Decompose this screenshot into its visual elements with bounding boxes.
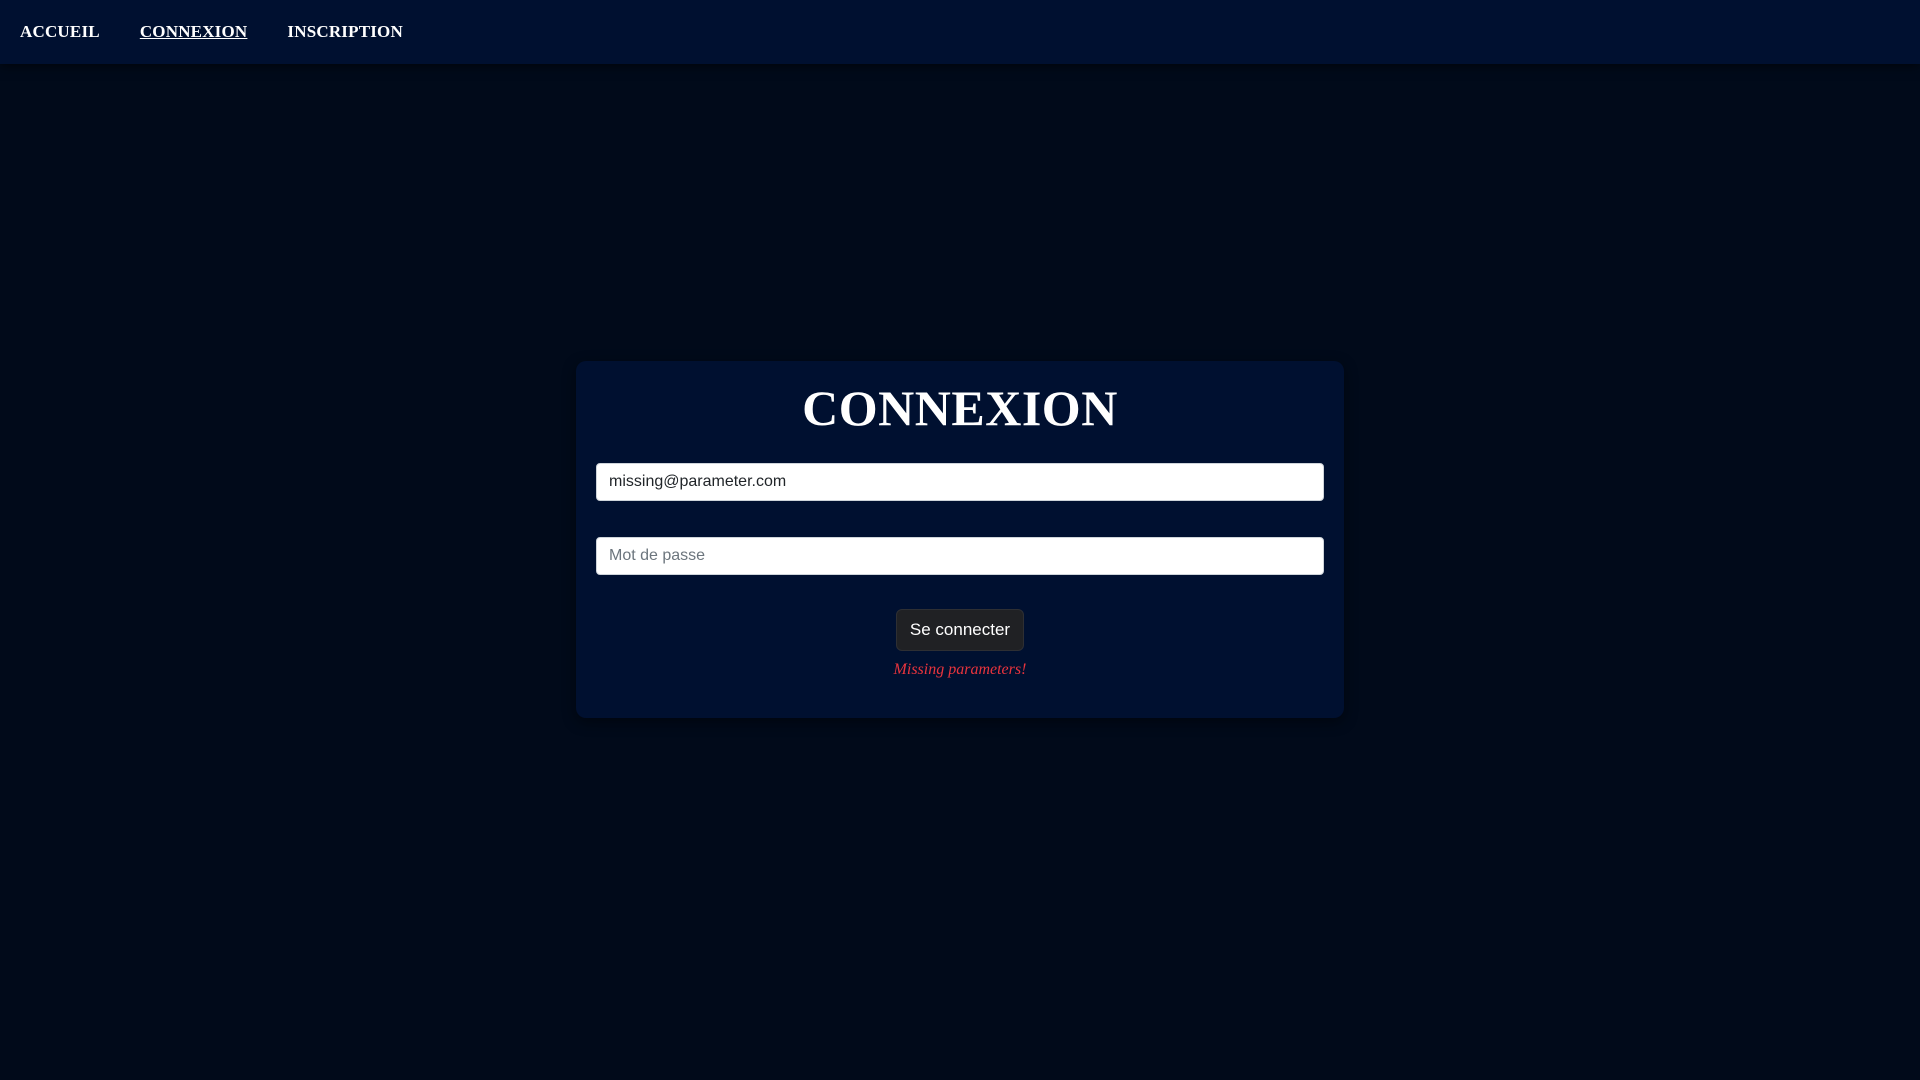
- email-field[interactable]: [596, 463, 1324, 501]
- nav-link-inscription[interactable]: INSCRIPTION: [287, 22, 403, 42]
- login-card: CONNEXION Se connecter Missing parameter…: [576, 361, 1344, 718]
- login-button[interactable]: Se connecter: [896, 609, 1024, 651]
- nav-link-connexion[interactable]: CONNEXION: [140, 22, 248, 42]
- password-field[interactable]: [596, 537, 1324, 575]
- nav-link-accueil[interactable]: ACCUEIL: [20, 22, 100, 42]
- login-title: CONNEXION: [802, 380, 1118, 436]
- error-message: Missing parameters!: [893, 661, 1027, 678]
- top-navbar: ACCUEIL CONNEXION INSCRIPTION: [0, 0, 1920, 64]
